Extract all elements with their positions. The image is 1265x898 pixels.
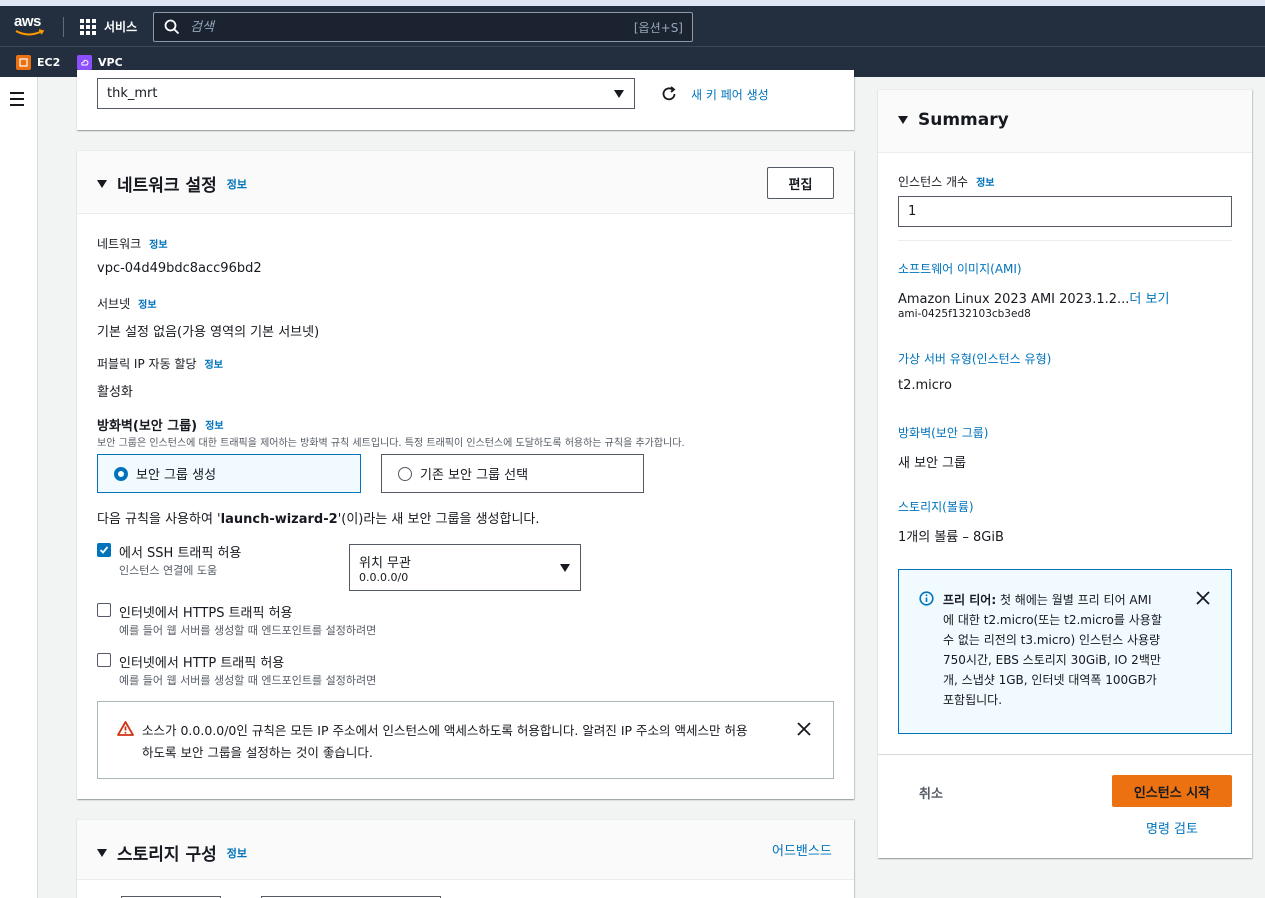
instance-type-value: t2.micro	[898, 378, 952, 393]
left-navigation-rail	[0, 77, 38, 898]
search-bar[interactable]: [옵션+S]	[153, 12, 693, 42]
summary-divider	[898, 240, 1232, 241]
storage-toggle[interactable]: 스토리지 구성 정보	[97, 840, 247, 865]
services-menu-button[interactable]: 서비스	[80, 18, 137, 35]
favorite-vpc[interactable]: VPC	[77, 55, 123, 70]
ssh-source-select[interactable]: 위치 무관 0.0.0.0/0	[349, 544, 581, 591]
close-icon[interactable]	[797, 722, 811, 736]
menu-icon[interactable]	[10, 92, 24, 110]
ssh-label: 에서 SSH 트래픽 허용	[119, 546, 242, 561]
network-value: vpc-04d49bdc8acc96bd2	[97, 261, 262, 276]
network-field-info-link[interactable]: 정보	[149, 236, 167, 251]
cancel-button[interactable]: 취소	[919, 783, 943, 802]
network-info-link[interactable]: 정보	[227, 176, 247, 192]
refresh-icon[interactable]	[660, 85, 678, 103]
search-shortcut: [옵션+S]	[633, 21, 683, 35]
subnet-value: 기본 설정 없음(가용 영역의 기본 서브넷)	[97, 325, 320, 340]
warning-text: 소스가 0.0.0.0/0인 규칙은 모든 IP 주소에서 인스턴스에 액세스하…	[142, 723, 748, 760]
radio-existing-security-group[interactable]: 기존 보안 그룹 선택	[381, 454, 644, 493]
ami-link[interactable]: 소프트웨어 이미지(AMI)	[898, 260, 1022, 277]
caret-down-icon	[97, 848, 107, 857]
caret-down-icon	[898, 116, 908, 124]
ssh-checkbox[interactable]	[97, 543, 111, 557]
http-label: 인터넷에서 HTTP 트래픽 허용	[119, 656, 285, 671]
free-tier-text: 프리 티어: 첫 해에는 월별 프리 티어 AMI 에 대한 t2.micro(…	[943, 593, 1162, 707]
http-checkbox[interactable]	[97, 653, 111, 667]
vpc-icon	[77, 55, 92, 70]
radio-selected	[114, 466, 128, 481]
network-settings-header: 네트워크 설정 정보 편집	[77, 151, 854, 214]
ami-value: Amazon Linux 2023 AMI 2023.1.2...더 보기	[898, 292, 1170, 307]
storage-link[interactable]: 스토리지(볼륨)	[898, 498, 974, 515]
edit-button[interactable]: 편집	[767, 167, 834, 199]
ami-more-link[interactable]: 더 보기	[1129, 292, 1169, 307]
info-icon	[919, 591, 934, 606]
key-pair-card: thk_mrt 새 키 페어 생성	[77, 70, 854, 130]
free-tier-info-box: 프리 티어: 첫 해에는 월별 프리 티어 AMI 에 대한 t2.micro(…	[898, 569, 1232, 734]
instance-type-link[interactable]: 가상 서버 유형(인스턴스 유형)	[898, 350, 1051, 367]
launch-instance-button[interactable]: 인스턴스 시작	[1112, 775, 1232, 807]
summary-toggle[interactable]: Summary	[898, 110, 1009, 130]
ami-id: ami-0425f132103cb3ed8	[898, 308, 1031, 320]
chevron-down-icon	[614, 89, 624, 98]
network-settings-title: 네트워크 설정	[117, 176, 217, 196]
favorite-ec2[interactable]: EC2	[16, 55, 60, 70]
https-checkbox[interactable]	[97, 603, 111, 617]
network-settings-card: 네트워크 설정 정보 편집 네트워크 정보 vpc-04d49bdc8acc96…	[77, 150, 854, 799]
create-key-pair-link[interactable]: 새 키 페어 생성	[691, 86, 769, 103]
firewall-description: 보안 그룹은 인스턴스에 대한 트래픽을 제어하는 방화벽 규칙 세트입니다. …	[97, 438, 685, 449]
radio-unselected	[398, 466, 412, 481]
instance-count-label: 인스턴스 개수 정보	[898, 174, 995, 189]
search-input[interactable]	[190, 19, 610, 35]
advanced-link[interactable]: 어드밴스드	[772, 840, 832, 859]
summary-header: Summary	[878, 90, 1252, 153]
subnet-label: 서브넷 정보	[97, 296, 157, 311]
nav-divider	[63, 17, 64, 37]
check-icon	[99, 546, 109, 554]
aws-logo[interactable]: aws	[14, 14, 48, 39]
firewall-info-link[interactable]: 정보	[205, 417, 223, 432]
https-label: 인터넷에서 HTTPS 트래픽 허용	[119, 606, 293, 621]
warning-icon	[117, 721, 134, 736]
public-ip-label: 퍼블릭 IP 자동 할당 정보	[97, 356, 223, 371]
open-access-warning: 소스가 0.0.0.0/0인 규칙은 모든 IP 주소에서 인스턴스에 액세스하…	[97, 701, 834, 779]
services-label: 서비스	[104, 20, 138, 34]
radio-create-security-group[interactable]: 보안 그룹 생성	[97, 454, 361, 493]
grid-icon	[80, 18, 96, 35]
review-commands-link[interactable]: 명령 검토	[1146, 818, 1198, 837]
storage-card: 스토리지 구성 정보 어드밴스드	[77, 819, 854, 898]
summary-footer-divider	[878, 754, 1252, 755]
storage-info-link[interactable]: 정보	[227, 845, 247, 861]
public-ip-info-link[interactable]: 정보	[205, 356, 223, 371]
firewall-label: 방화벽(보안 그룹) 정보	[97, 417, 224, 434]
firewall-link[interactable]: 방화벽(보안 그룹)	[898, 424, 988, 441]
storage-title: 스토리지 구성	[117, 845, 217, 865]
ec2-icon	[16, 55, 31, 70]
storage-value: 1개의 볼륨 – 8GiB	[898, 530, 1004, 545]
close-icon[interactable]	[1196, 591, 1210, 605]
search-icon	[164, 19, 180, 35]
https-sublabel: 예를 들어 웹 서버를 생성할 때 엔드포인트를 설정하려면	[119, 624, 377, 637]
public-ip-value: 활성화	[97, 385, 133, 400]
ssh-sublabel: 인스턴스 연결에 도움	[119, 564, 218, 577]
caret-down-icon	[97, 179, 107, 188]
rule-description: 다음 규칙을 사용하여 'launch-wizard-2'(이)라는 새 보안 …	[97, 512, 540, 527]
instance-count-info-link[interactable]: 정보	[976, 174, 994, 189]
aws-top-navigation: aws 서비스 [옵션+S]	[0, 6, 1265, 46]
http-sublabel: 예를 들어 웹 서버를 생성할 때 엔드포인트를 설정하려면	[119, 674, 377, 687]
chevron-down-icon	[560, 564, 570, 572]
summary-panel: Summary 인스턴스 개수 정보 1 소프트웨어 이미지(AMI) Amaz…	[878, 89, 1252, 858]
network-settings-toggle[interactable]: 네트워크 설정 정보	[97, 171, 247, 196]
key-pair-select[interactable]: thk_mrt	[97, 78, 635, 109]
instance-count-input[interactable]: 1	[898, 196, 1232, 227]
storage-header: 스토리지 구성 정보 어드밴스드	[77, 820, 854, 880]
subnet-info-link[interactable]: 정보	[138, 296, 156, 311]
summary-title: Summary	[918, 110, 1009, 130]
aws-smile-icon	[15, 29, 45, 36]
network-label: 네트워크 정보	[97, 236, 168, 251]
firewall-value: 새 보안 그룹	[898, 456, 967, 471]
